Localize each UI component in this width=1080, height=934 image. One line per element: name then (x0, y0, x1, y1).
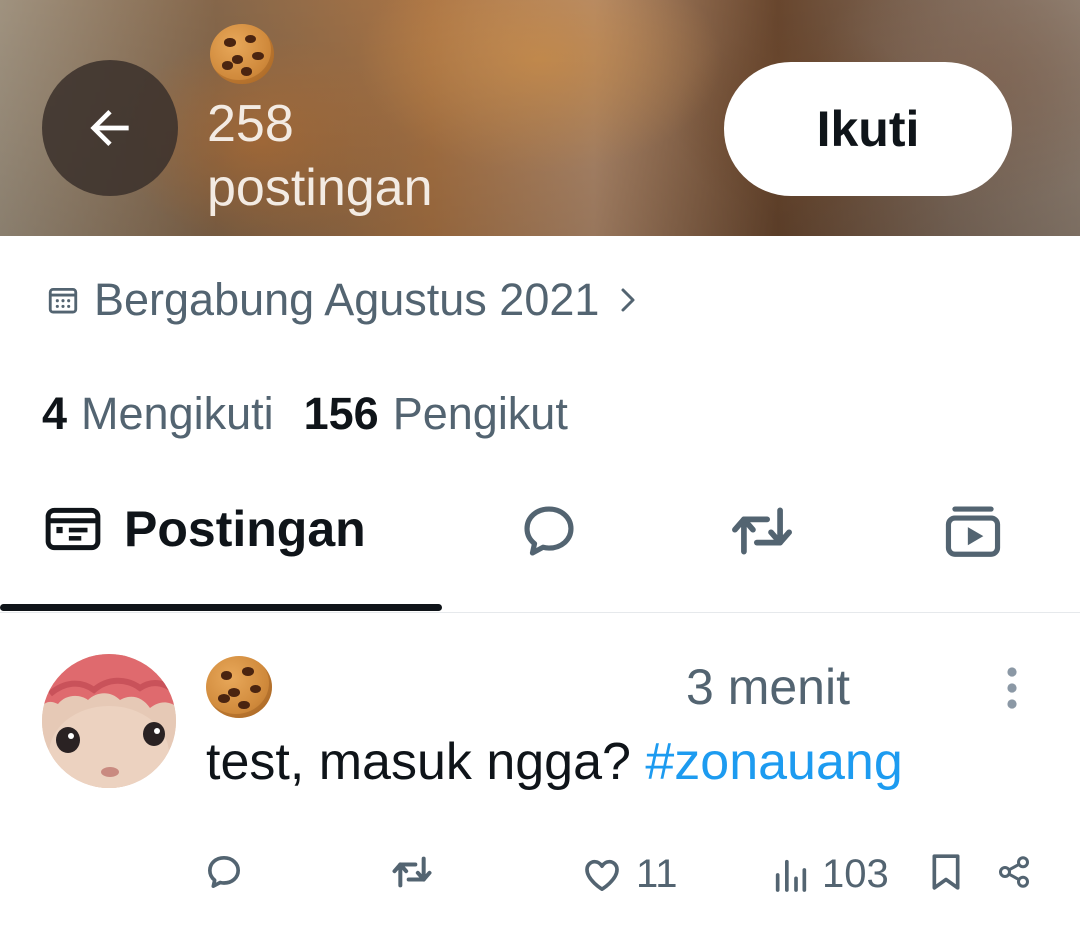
joined-label: Bergabung Agustus 2021 (94, 274, 600, 325)
post-count-number: 258 (207, 95, 294, 153)
views-button[interactable]: 103 (774, 852, 889, 897)
follow-stats: 4 Mengikuti 156 Pengikut (42, 388, 568, 440)
tab-media[interactable] (942, 500, 1004, 567)
cookie-emoji-icon (210, 24, 274, 84)
share-button[interactable] (996, 852, 1032, 892)
joined-date[interactable]: Bergabung Agustus 2021 (46, 270, 643, 330)
media-icon (945, 506, 1001, 557)
like-button[interactable]: 11 (582, 852, 678, 897)
bookmark-button[interactable] (930, 852, 962, 892)
reply-icon (208, 856, 241, 888)
post-timestamp[interactable]: 3 menit (686, 658, 850, 716)
post-count: 258 postingan (207, 92, 433, 220)
repost-icon (392, 856, 432, 888)
followers-count: 156 (303, 388, 379, 439)
follow-button[interactable]: Ikuti (724, 62, 1012, 196)
post-text: test, masuk ngga? #zonauang (206, 732, 903, 792)
views-count: 103 (822, 852, 889, 896)
post-avatar[interactable] (42, 654, 176, 788)
more-vertical-icon (1007, 667, 1017, 709)
calendar-icon (48, 287, 78, 314)
repost-icon (732, 507, 792, 555)
back-button[interactable] (42, 60, 178, 196)
tab-posts-label: Postingan (124, 501, 366, 557)
followers-link[interactable]: 156 Pengikut (304, 388, 568, 440)
views-chart-icon (775, 859, 807, 892)
post-body: test, masuk ngga? (206, 733, 631, 791)
bookmark-icon (932, 854, 960, 890)
share-icon (999, 856, 1029, 888)
like-count: 11 (636, 852, 678, 896)
arrow-left-icon (90, 110, 129, 146)
more-options-button[interactable] (996, 664, 1028, 712)
reply-bubble-icon (524, 506, 574, 556)
post-count-label: postingan (207, 159, 433, 217)
following-link[interactable]: 4 Mengikuti (42, 388, 274, 440)
cookie-emoji-icon (206, 656, 272, 718)
followers-label: Pengikut (392, 388, 568, 439)
following-label: Mengikuti (81, 388, 274, 439)
chevron-right-icon (621, 288, 635, 312)
avatar-image (42, 654, 176, 788)
reply-button[interactable] (204, 852, 244, 892)
tab-replies[interactable] (518, 500, 580, 567)
hashtag-link[interactable]: #zonauang (645, 733, 902, 791)
tab-posts[interactable]: Postingan (44, 500, 366, 558)
posts-icon (45, 507, 101, 551)
profile-tabs: Postingan (0, 470, 1080, 613)
repost-button[interactable] (390, 852, 434, 892)
active-tab-indicator (0, 604, 442, 611)
tab-reposts[interactable] (728, 500, 796, 567)
heart-icon (585, 859, 619, 891)
following-count: 4 (42, 388, 68, 439)
